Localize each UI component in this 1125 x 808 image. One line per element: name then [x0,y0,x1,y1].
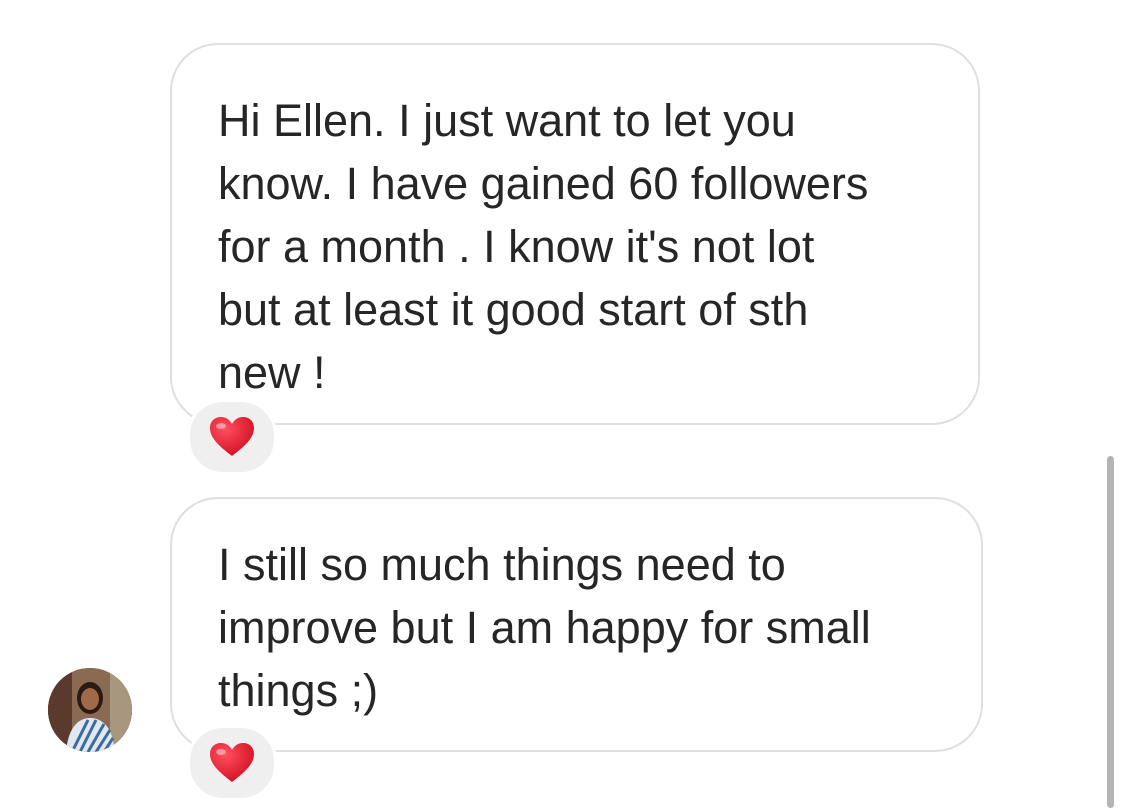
message-bubble[interactable]: Hi Ellen. I just want to let you know. I… [170,43,980,425]
message-text: I still so much things need to improve b… [218,539,871,716]
heart-icon [210,417,254,456]
reaction-badge[interactable] [187,725,277,801]
profile-photo [48,668,132,752]
reaction-badge[interactable] [187,399,277,475]
avatar[interactable] [48,668,132,752]
message-bubble[interactable]: I still so much things need to improve b… [170,497,983,752]
message-thread: Hi Ellen. I just want to let you know. I… [0,0,1125,808]
scrollbar[interactable] [1107,456,1114,808]
message-text: Hi Ellen. I just want to let you know. I… [218,95,869,398]
heart-icon [210,743,254,782]
